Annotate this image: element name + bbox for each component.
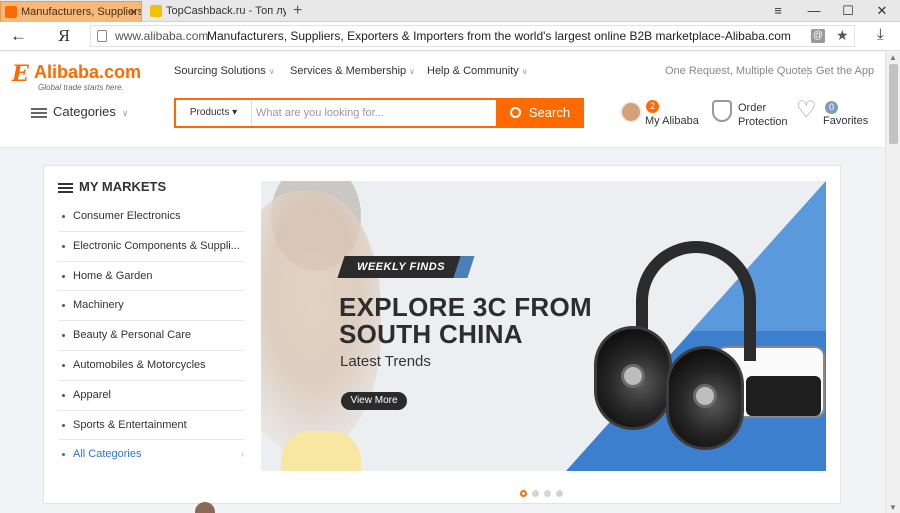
vr-headset-front (746, 376, 821, 416)
headphones-right-cap (693, 384, 717, 408)
market-item[interactable]: Beauty & Personal Care (58, 321, 244, 351)
my-alibaba-badge: 2 (646, 100, 659, 113)
banner-model-shirt (281, 431, 361, 471)
weekly-finds-tag: WEEKLY FINDS (337, 256, 465, 278)
promo-banner[interactable]: WEEKLY FINDS EXPLORE 3C FROM SOUTH CHINA… (261, 181, 826, 471)
chevron-right-icon: › (240, 449, 244, 461)
list-icon (58, 182, 73, 193)
lock-favicon-icon (150, 5, 162, 17)
markets-card: MY MARKETS Consumer Electronics Electron… (43, 165, 841, 504)
tab-title: Manufacturers, Suppliers (21, 6, 142, 18)
tab-alibaba[interactable]: Manufacturers, Suppliers × (0, 1, 142, 22)
new-tab-button[interactable]: + (293, 1, 302, 21)
search-bar: Products ▾ Search (174, 98, 584, 128)
headphones-left-cap (621, 364, 645, 388)
all-categories-label: All Categories (73, 448, 142, 461)
favorites-link[interactable]: Favorites (823, 115, 868, 127)
market-item[interactable]: Consumer Electronics (58, 202, 244, 232)
vertical-scrollbar[interactable]: ▲ ▼ (885, 52, 900, 513)
yandex-logo-icon[interactable]: Я (58, 27, 70, 45)
browser-tab-bar: Manufacturers, Suppliers × TopCashback.r… (0, 0, 900, 22)
tab-topcashback[interactable]: TopCashback.ru - Топ лучш (146, 1, 286, 22)
address-bar: ← Я www.alibaba.com Manufacturers, Suppl… (0, 22, 900, 51)
page-title: Manufacturers, Suppliers, Exporters & Im… (207, 29, 791, 43)
banner-subtitle: Latest Trends (340, 353, 431, 370)
chevron-down-icon: ∨ (268, 67, 275, 76)
close-window-button[interactable]: ✕ (864, 0, 900, 22)
chevron-down-icon: ∨ (521, 67, 528, 76)
order-protection-line2: Protection (738, 116, 788, 128)
categories-label: Categories (53, 104, 116, 119)
all-categories-link[interactable]: All Categories › (58, 440, 244, 470)
reader-mode-icon[interactable]: @ (811, 29, 825, 43)
request-quotes-link[interactable]: One Request, Multiple Quotes (665, 65, 812, 77)
alibaba-favicon-icon (5, 6, 17, 18)
hamburger-icon (31, 107, 47, 118)
nav-sourcing-solutions[interactable]: Sourcing Solutions ∨ (174, 65, 275, 77)
carousel-dot-2[interactable] (532, 490, 539, 497)
carousel-dots (520, 484, 568, 502)
market-item[interactable]: Home & Garden (58, 262, 244, 292)
market-item[interactable]: Automobiles & Motorcycles (58, 351, 244, 381)
nav-label: Sourcing Solutions (174, 65, 266, 77)
search-button-label: Search (528, 105, 571, 120)
market-list: Consumer Electronics Electronic Componen… (58, 202, 244, 470)
url-domain: www.alibaba.com (115, 29, 209, 43)
market-item[interactable]: Machinery (58, 291, 244, 322)
favorites-badge: 0 (825, 101, 838, 114)
scroll-up-icon[interactable]: ▲ (889, 53, 897, 62)
nav-services-membership[interactable]: Services & Membership ∨ (290, 65, 415, 77)
lock-icon (97, 30, 107, 42)
close-tab-icon[interactable]: × (130, 2, 137, 22)
bookmark-star-icon[interactable]: ★ (836, 27, 849, 44)
chevron-down-icon: ∨ (121, 108, 129, 118)
page-content: E Alibaba.com Global trade starts here. … (0, 52, 885, 513)
chevron-down-icon: ∨ (409, 67, 416, 76)
tab-title: TopCashback.ru - Топ лучш (166, 5, 286, 17)
market-item[interactable]: Electronic Components & Suppli... (58, 232, 244, 262)
url-field[interactable]: www.alibaba.com Manufacturers, Suppliers… (90, 25, 855, 47)
market-item[interactable]: Apparel (58, 381, 244, 411)
site-header: E Alibaba.com Global trade starts here. … (0, 52, 885, 148)
nav-label: Services & Membership (290, 65, 407, 77)
back-button[interactable]: ← (10, 26, 27, 46)
weekly-finds-label: WEEKLY FINDS (356, 261, 446, 273)
nav-help-community[interactable]: Help & Community ∨ (427, 65, 528, 77)
menu-icon[interactable]: ≡ (760, 0, 796, 22)
logo-wordmark: Alibaba.com (34, 62, 142, 82)
search-input[interactable] (256, 104, 492, 122)
market-item[interactable]: Sports & Entertainment (58, 411, 244, 441)
order-protection-link[interactable]: Order Protection (738, 101, 788, 129)
scrollbar-thumb[interactable] (889, 64, 898, 144)
get-app-link[interactable]: Get the App (816, 65, 874, 77)
my-markets-label: MY MARKETS (79, 179, 167, 194)
carousel-dot-1[interactable] (520, 490, 527, 497)
carousel-dot-3[interactable] (544, 490, 551, 497)
view-more-button[interactable]: View More (341, 392, 407, 410)
maximize-button[interactable]: ☐ (830, 0, 866, 22)
my-alibaba-link[interactable]: My Alibaba (645, 115, 699, 127)
search-category-select[interactable]: Products ▾ (176, 100, 252, 126)
order-protection-line1: Order (738, 102, 767, 114)
my-markets-title: MY MARKETS (58, 179, 166, 194)
categories-menu[interactable]: Categories ∨ (31, 104, 128, 119)
avatar[interactable] (620, 101, 642, 123)
search-button[interactable]: Search (496, 98, 584, 128)
nav-label: Help & Community (427, 65, 519, 77)
divider (807, 66, 808, 78)
search-icon (509, 107, 521, 118)
logo-tagline: Global trade starts here. (38, 83, 124, 92)
minimize-button[interactable]: — (796, 0, 832, 22)
alibaba-logo-mark-icon: E (12, 61, 29, 87)
headline-line1: EXPLORE 3C FROM (339, 292, 592, 322)
banner-headline: EXPLORE 3C FROM SOUTH CHINA (339, 294, 592, 348)
download-icon[interactable]: ⤓ (877, 26, 884, 43)
headline-line2: SOUTH CHINA (339, 319, 523, 349)
carousel-dot-4[interactable] (556, 490, 563, 497)
shield-icon (712, 100, 732, 122)
scroll-down-icon[interactable]: ▼ (889, 503, 897, 512)
heart-icon: ♡ (796, 96, 817, 122)
